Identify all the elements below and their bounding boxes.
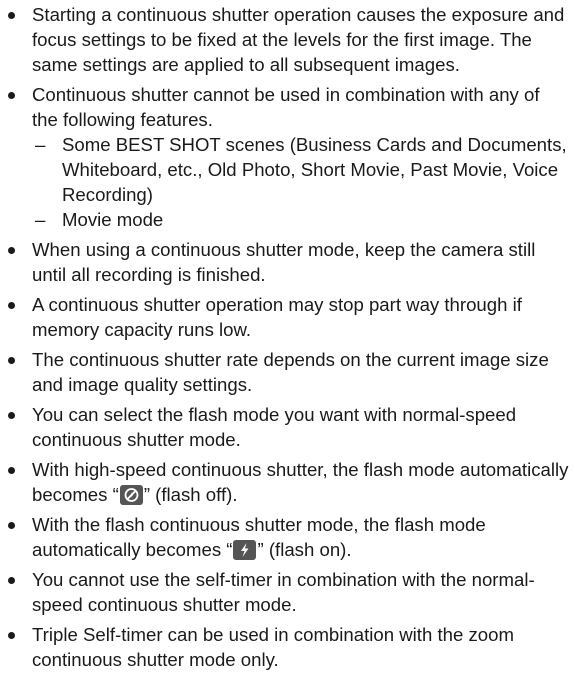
sub-item-text: Some BEST SHOT scenes (Business Cards an…	[62, 134, 567, 205]
list-item: Continuous shutter cannot be used in com…	[0, 82, 575, 232]
bullet-dot	[8, 92, 15, 99]
list-item: You can select the flash mode you want w…	[0, 402, 575, 452]
note-text-after: ” (flash on).	[257, 539, 352, 560]
flash-on-icon	[233, 540, 257, 560]
list-item: A continuous shutter operation may stop …	[0, 292, 575, 342]
list-item: With the flash continuous shutter mode, …	[0, 512, 575, 562]
list-item: When using a continuous shutter mode, ke…	[0, 237, 575, 287]
bullet-dot	[8, 632, 15, 639]
list-item: With high-speed continuous shutter, the …	[0, 457, 575, 507]
note-text: Continuous shutter cannot be used in com…	[32, 84, 540, 130]
bullet-dot	[8, 467, 15, 474]
sub-list-item: – Movie mode	[32, 207, 569, 232]
note-text: When using a continuous shutter mode, ke…	[32, 239, 536, 285]
dash-marker: –	[35, 209, 46, 230]
list-item: The continuous shutter rate depends on t…	[0, 347, 575, 397]
note-text-after: ” (flash off).	[143, 484, 238, 505]
note-text: You can select the flash mode you want w…	[32, 404, 517, 450]
bullet-dot	[8, 12, 15, 19]
bullet-dot	[8, 357, 15, 364]
list-item: Triple Self-timer can be used in combina…	[0, 622, 575, 672]
note-text: A continuous shutter operation may stop …	[32, 294, 522, 340]
note-text: Starting a continuous shutter operation …	[32, 4, 565, 75]
bullet-dot	[8, 302, 15, 309]
sub-list: – Some BEST SHOT scenes (Business Cards …	[32, 132, 569, 232]
bullet-dot	[8, 247, 15, 254]
sub-list-item: – Some BEST SHOT scenes (Business Cards …	[32, 132, 569, 207]
bullet-dot	[8, 412, 15, 419]
note-text: Triple Self-timer can be used in combina…	[32, 624, 514, 670]
bullet-dot	[8, 522, 15, 529]
bullet-dot	[8, 577, 15, 584]
note-text-before: With high-speed continuous shutter, the …	[32, 459, 569, 505]
notes-list: Starting a continuous shutter operation …	[0, 2, 575, 672]
dash-marker: –	[35, 134, 46, 155]
list-item: You cannot use the self-timer in combina…	[0, 567, 575, 617]
sub-item-text: Movie mode	[62, 209, 164, 230]
flash-off-icon	[119, 485, 143, 505]
note-text: You cannot use the self-timer in combina…	[32, 569, 535, 615]
note-text: The continuous shutter rate depends on t…	[32, 349, 549, 395]
manual-page: Starting a continuous shutter operation …	[0, 0, 575, 697]
list-item: Starting a continuous shutter operation …	[0, 2, 575, 77]
